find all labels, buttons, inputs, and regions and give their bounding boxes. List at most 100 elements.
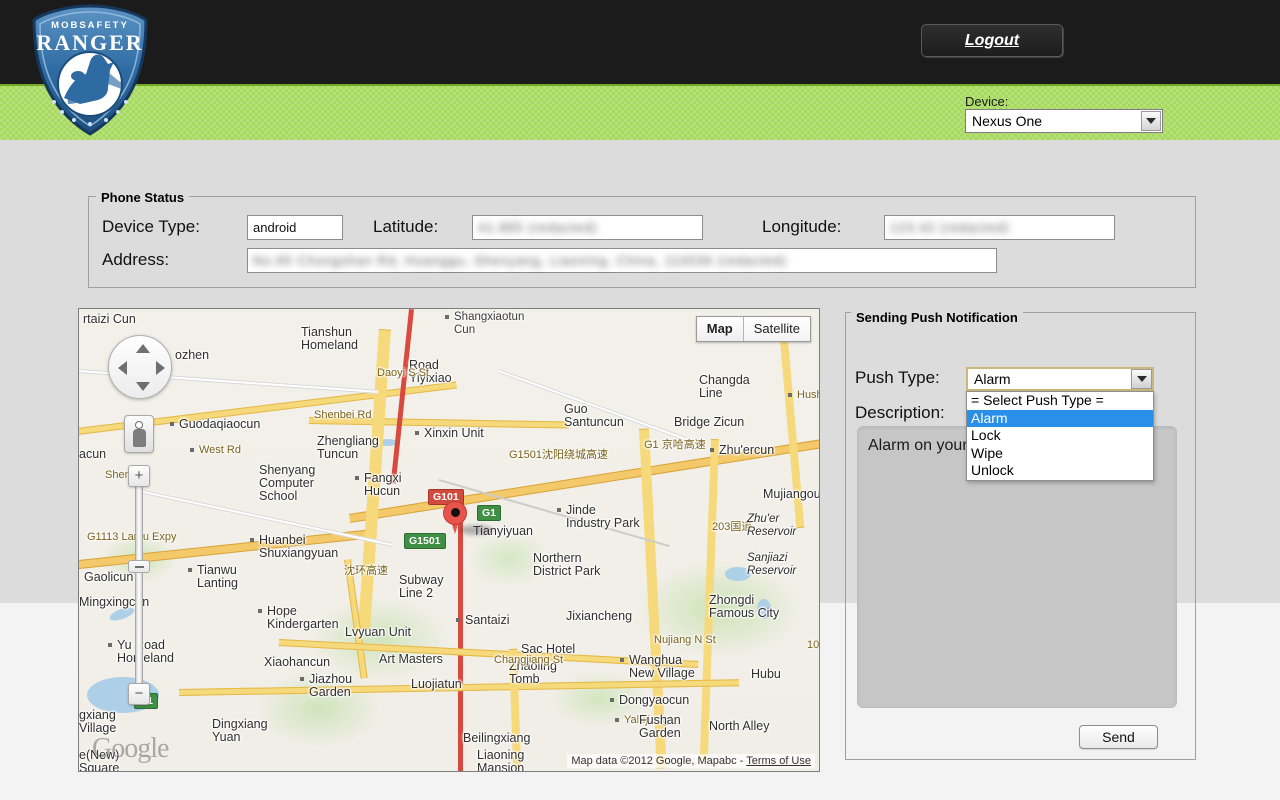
map-poi-dot	[710, 448, 714, 452]
street-view-pegman-icon[interactable]	[124, 415, 154, 453]
map-label: Hushitai	[797, 389, 819, 401]
pan-up-icon[interactable]	[136, 344, 150, 353]
address-label: Address:	[102, 250, 170, 269]
map-label: Hubu	[751, 667, 781, 681]
phone-status-legend: Phone Status	[96, 190, 190, 205]
map-panel[interactable]: rtaizi Cun ozhen Tianshun Homeland Shangxia…	[78, 308, 820, 772]
send-button[interactable]: Send	[1079, 725, 1158, 749]
map-label: Tianwu Lanting	[197, 563, 239, 590]
map-label: Northern District Park	[533, 551, 601, 578]
phone-status-panel	[88, 196, 1196, 288]
zoom-slider-handle[interactable]	[128, 560, 150, 573]
map-label: acun	[79, 447, 107, 461]
map-label: Santaizi	[465, 613, 510, 627]
map-label: rtaizi Cun	[83, 312, 136, 326]
map-label: Huanbei Shuxiangyuan	[259, 533, 339, 560]
pan-left-icon[interactable]	[118, 361, 127, 375]
map-poi-dot	[615, 718, 619, 722]
map-label: Jixiancheng	[566, 609, 633, 623]
address-value: No.95 Chongshan Rd, Huanggu, Shenyang, L…	[247, 248, 997, 273]
map-poi-dot	[258, 609, 262, 613]
map-label: West Rd	[199, 444, 241, 456]
map-label: Gaolicun	[84, 570, 134, 584]
map-type-map-button[interactable]: Map	[696, 317, 744, 341]
map-label: Shangxiaotun Cun	[454, 311, 525, 336]
map-label: Zhongdi Famous City	[709, 593, 780, 620]
map-poi-dot	[188, 568, 192, 572]
map-label: Dongyaocun	[619, 693, 690, 707]
map-poi-dot	[190, 448, 194, 452]
map-label: Lvyuan Unit	[345, 625, 412, 639]
longitude-label: Longitude:	[762, 217, 842, 236]
push-type-options-list[interactable]: = Select Push Type = Alarm Lock Wipe Unlock	[966, 391, 1154, 481]
map-poi-dot	[445, 315, 449, 319]
map-attribution-text: Map data ©2012 Google, Mapabc -	[571, 755, 747, 767]
logout-button[interactable]: Logout	[921, 24, 1063, 57]
map-label: Jiazhou Garden	[309, 672, 353, 699]
map-attribution: Map data ©2012 Google, Mapabc - Terms of…	[567, 754, 815, 768]
map-label: gxiang Village	[79, 708, 117, 735]
map-label: G1 京哈高速	[644, 439, 706, 451]
map-pan-control[interactable]	[108, 335, 172, 399]
push-type-option[interactable]: Lock	[967, 427, 1153, 445]
push-type-option[interactable]: Unlock	[967, 462, 1153, 480]
map-label: Sanjiazi Reservoir	[747, 552, 797, 577]
location-marker-icon[interactable]	[443, 501, 467, 535]
push-type-option[interactable]: Alarm	[967, 409, 1153, 427]
map-label: Fangxi Hucun	[364, 471, 402, 498]
push-type-select[interactable]: Alarm	[966, 367, 1154, 391]
map-label: Mujiangou	[763, 487, 820, 501]
map-label: Shenbei Rd	[314, 409, 372, 421]
zoom-out-button[interactable]: −	[128, 683, 150, 705]
zoom-slider-track[interactable]	[135, 485, 143, 685]
map-poi-dot	[788, 393, 792, 397]
mobsafety-ranger-logo-icon: MOBSAFETY RANGER	[24, 2, 156, 138]
map-label: Nujiang N St	[654, 634, 716, 646]
map-label: 102国道	[807, 639, 820, 651]
map-label: ozhen	[175, 348, 210, 362]
map-label: Art Masters	[379, 652, 443, 666]
latitude-label: Latitude:	[373, 217, 439, 236]
map-type-toggle[interactable]: Map Satellite	[695, 316, 811, 342]
pan-right-icon[interactable]	[156, 361, 165, 375]
device-select[interactable]: Nexus One	[965, 109, 1163, 133]
route-shield: G1	[477, 505, 502, 521]
map-poi-dot	[108, 643, 112, 647]
map-label: 沈环高速	[344, 565, 388, 577]
map-label: Xinxin Unit	[424, 426, 484, 440]
map-type-satellite-button[interactable]: Satellite	[743, 317, 810, 341]
map-label: North Alley	[709, 719, 770, 733]
map-label: Shen	[105, 469, 131, 481]
chevron-down-icon	[1131, 369, 1152, 389]
push-type-select-value: Alarm	[974, 371, 1011, 387]
map-label: G1501沈阳绕城高速	[509, 449, 609, 461]
pan-down-icon[interactable]	[136, 382, 150, 391]
zoom-in-button[interactable]: +	[128, 465, 150, 487]
device-type-value: android	[247, 215, 343, 240]
map-poi-dot	[456, 618, 460, 622]
map-label: Changjiang St	[494, 654, 564, 666]
map-label: Zhengliang Tuncun	[317, 434, 379, 461]
description-label: Description:	[855, 403, 945, 422]
map-poi-dot	[610, 698, 614, 702]
map-poi-dot	[250, 538, 254, 542]
push-type-option[interactable]: = Select Push Type =	[967, 392, 1153, 410]
map-poi-dot	[415, 431, 419, 435]
map-label: Fushan Garden	[639, 713, 681, 740]
send-label: Send	[1102, 729, 1135, 745]
map-label: G1113 Lanfu Expy	[87, 531, 177, 543]
map-label: Wanghua New Village	[629, 653, 695, 680]
map-label: Tianshun Homeland	[301, 325, 358, 352]
map-label: Liaoning Mansion	[477, 748, 525, 772]
chevron-down-icon	[1141, 111, 1161, 131]
map-poi-dot	[78, 575, 79, 579]
map-poi-dot	[355, 476, 359, 480]
push-type-option[interactable]: Wipe	[967, 445, 1153, 463]
map-label: Zhu'er Reservoir	[747, 513, 797, 538]
google-logo-watermark: Google	[92, 733, 169, 764]
map-label: Subway Line 2	[399, 573, 444, 600]
map-label: Xiaohancun	[264, 655, 331, 669]
terms-of-use-link[interactable]: Terms of Use	[746, 755, 811, 767]
map-label: Guo Santuncun	[564, 402, 624, 429]
map-label: Guodaqiaocun	[179, 417, 261, 431]
